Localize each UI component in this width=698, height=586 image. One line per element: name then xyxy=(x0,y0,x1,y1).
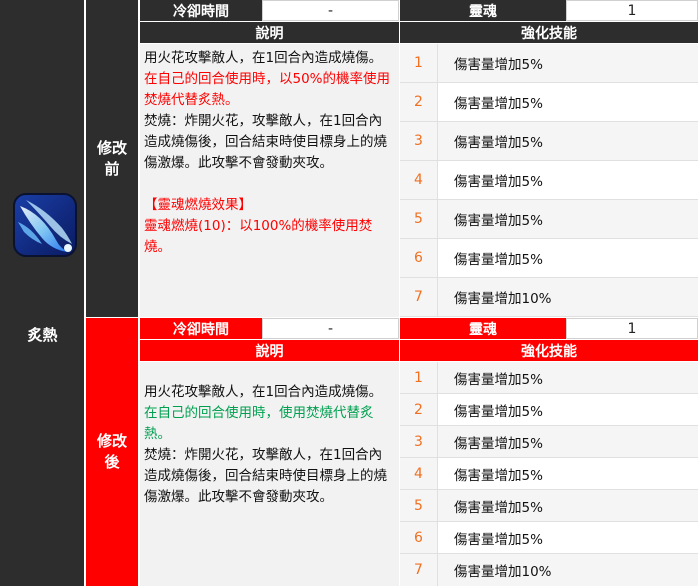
desc-header: 說明 xyxy=(140,22,399,43)
enhancement-number: 6 xyxy=(400,522,438,553)
enhancement-row: 3 傷害量增加5% xyxy=(400,426,698,458)
desc-header: 說明 xyxy=(140,340,399,361)
skill-description: 用火花攻擊敵人，在1回合內造成燒傷。 在自己的回合使用時，以50%的機率使用焚燒… xyxy=(140,44,399,317)
enhancement-number: 5 xyxy=(400,490,438,521)
enhancement-row: 3 傷害量增加5% xyxy=(400,122,698,161)
desc-line-highlight: 在自己的回合使用時，使用焚燒代替炙熱。 xyxy=(144,405,374,442)
skill-description: 用火花攻擊敵人，在1回合內造成燒傷。 在自己的回合使用時，使用焚燒代替炙熱。 焚… xyxy=(140,362,399,586)
cooldown-label: 冷卻時間 xyxy=(140,318,262,339)
enhancement-row: 4 傷害量增加5% xyxy=(400,161,698,200)
cooldown-value: - xyxy=(262,0,399,21)
desc-line: 焚燒：炸開火花，攻擊敵人，在1回合內造成燒傷後，回合結束時使目標身上的燒傷激爆。… xyxy=(144,113,387,171)
soul-label: 靈魂 xyxy=(400,318,566,339)
enhancement-number: 3 xyxy=(400,122,438,160)
before-label: 修改前 xyxy=(86,0,138,317)
enhancement-text: 傷害量增加5% xyxy=(438,161,698,199)
enhancement-number: 2 xyxy=(400,394,438,425)
enh-header: 強化技能 xyxy=(400,340,698,361)
enhancement-text: 傷害量增加5% xyxy=(438,239,698,277)
enhancement-text: 傷害量增加5% xyxy=(438,44,698,82)
soul-label: 靈魂 xyxy=(400,0,566,21)
enhancement-text: 傷害量增加5% xyxy=(438,362,698,393)
enhancement-text: 傷害量增加5% xyxy=(438,426,698,457)
enhancement-row: 2 傷害量增加5% xyxy=(400,394,698,426)
enhancement-number: 7 xyxy=(400,278,438,316)
enhancement-number: 1 xyxy=(400,362,438,393)
enhancement-row: 7 傷害量增加10% xyxy=(400,278,698,317)
flame-slash-icon xyxy=(13,193,77,257)
soul-value: 1 xyxy=(566,0,698,21)
enhancement-text: 傷害量增加5% xyxy=(438,490,698,521)
enhancement-number: 2 xyxy=(400,83,438,121)
enhancement-text: 傷害量增加5% xyxy=(438,200,698,238)
enhancement-number: 3 xyxy=(400,426,438,457)
desc-line: 用火花攻擊敵人，在1回合內造成燒傷。 xyxy=(144,384,383,400)
enhancement-text: 傷害量增加5% xyxy=(438,83,698,121)
soul-burn-title: 【靈魂燃燒效果】 xyxy=(144,197,252,213)
enhancement-text: 傷害量增加5% xyxy=(438,394,698,425)
skill-column: 炙熱 xyxy=(0,0,85,586)
soul-burn-effect: 靈魂燃燒(10)：以100%的機率使用焚燒。 xyxy=(144,218,373,255)
cooldown-value: - xyxy=(262,318,399,339)
enhancement-row: 5 傷害量增加5% xyxy=(400,200,698,239)
soul-value: 1 xyxy=(566,318,698,339)
enhancement-number: 5 xyxy=(400,200,438,238)
enhancement-text: 傷害量增加5% xyxy=(438,522,698,553)
enhancement-number: 7 xyxy=(400,554,438,586)
enhancement-row: 7 傷害量增加10% xyxy=(400,554,698,586)
enhancement-text: 傷害量增加10% xyxy=(438,554,698,586)
enhancement-number: 4 xyxy=(400,161,438,199)
enhancement-text: 傷害量增加10% xyxy=(438,278,698,316)
enhancement-number: 6 xyxy=(400,239,438,277)
section-before: 修改前 冷卻時間 - 靈魂 1 說明 強化技能 用火花攻擊敵人，在1回合內造成燒… xyxy=(86,0,698,317)
after-label: 修改後 xyxy=(86,318,138,586)
enhancement-row: 5 傷害量增加5% xyxy=(400,490,698,522)
desc-line-highlight: 在自己的回合使用時，以50%的機率使用焚燒代替炙熱。 xyxy=(144,71,391,108)
enhancement-row: 1 傷害量增加5% xyxy=(400,44,698,83)
enhancement-number: 4 xyxy=(400,458,438,489)
desc-line: 焚燒：炸開火花，攻擊敵人，在1回合內造成燒傷後，回合結束時使目標身上的燒傷激爆。… xyxy=(144,447,387,505)
enhancement-row: 4 傷害量增加5% xyxy=(400,458,698,490)
section-after: 修改後 冷卻時間 - 靈魂 1 說明 強化技能 用火花攻擊敵人，在1回合內造成燒… xyxy=(86,318,698,586)
enhancement-number: 1 xyxy=(400,44,438,82)
enhancement-row: 1 傷害量增加5% xyxy=(400,362,698,394)
skill-name: 炙熱 xyxy=(27,326,58,344)
enhancement-row: 6 傷害量增加5% xyxy=(400,522,698,554)
enhancement-text: 傷害量增加5% xyxy=(438,122,698,160)
cooldown-label: 冷卻時間 xyxy=(140,0,262,21)
enhancement-text: 傷害量增加5% xyxy=(438,458,698,489)
enhancement-row: 6 傷害量增加5% xyxy=(400,239,698,278)
desc-line: 用火花攻擊敵人，在1回合內造成燒傷。 xyxy=(144,50,383,66)
enh-header: 強化技能 xyxy=(400,22,698,43)
enhancement-row: 2 傷害量增加5% xyxy=(400,83,698,122)
